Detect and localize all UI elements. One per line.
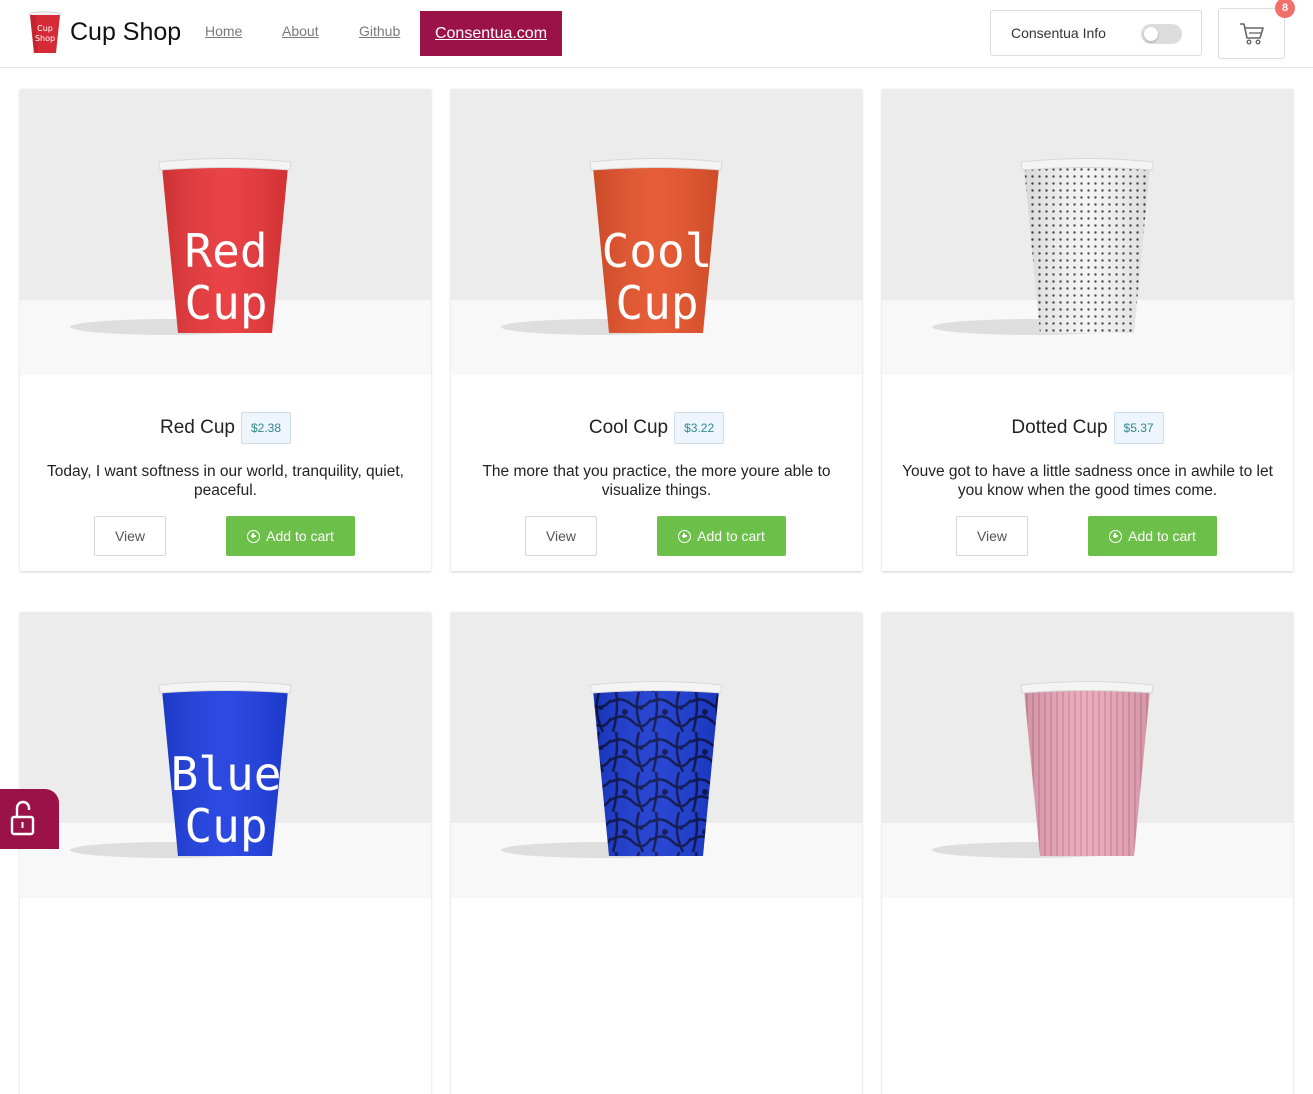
price-badge: $2.38	[240, 412, 292, 444]
logo-text-cup: Cup	[37, 24, 53, 33]
product-card	[882, 612, 1293, 1094]
plus-circle-icon	[247, 529, 261, 543]
nav-about-link[interactable]: About	[282, 23, 319, 39]
product-card: Dotted Cup $5.37 Youve got to have a lit…	[882, 89, 1293, 571]
product-title: Cool Cup	[588, 417, 669, 438]
cart-count-badge: 8	[1275, 0, 1295, 18]
product-description: The more that you practice, the more you…	[482, 463, 831, 499]
cup-print-text: Cup	[615, 276, 698, 330]
product-image[interactable]: Cool Cup	[451, 89, 862, 375]
consentua-info-label: Consentua Info	[1011, 25, 1106, 41]
view-button[interactable]: View	[525, 516, 597, 556]
cart-button[interactable]	[1218, 8, 1285, 59]
product-title-row: Red Cup $2.38	[20, 412, 431, 444]
cup-print-text: Cup	[184, 276, 267, 330]
product-description: Today, I want softness in our world, tra…	[47, 463, 404, 499]
product-title: Red Cup	[159, 417, 235, 438]
product-card: Blue Cup	[20, 612, 431, 1094]
nav-github-link[interactable]: Github	[359, 23, 400, 39]
consentua-info-toggle-box: Consentua Info	[990, 10, 1202, 56]
price-badge: $5.37	[1113, 412, 1164, 444]
view-button[interactable]: View	[956, 516, 1028, 556]
product-title-row: Cool Cup $3.22	[451, 412, 862, 444]
plus-circle-icon	[1109, 529, 1123, 543]
cup-print-text: Cool	[602, 224, 713, 278]
product-image[interactable]	[882, 89, 1293, 375]
nav-home-link[interactable]: Home	[205, 23, 242, 39]
product-image[interactable]: Red Cup	[20, 89, 431, 375]
add-to-cart-label: Add to cart	[266, 528, 334, 544]
consent-lock-tab[interactable]	[0, 789, 59, 849]
product-title-row: Dotted Cup $5.37	[882, 412, 1293, 444]
cart-icon	[1239, 22, 1264, 45]
consentua-info-toggle[interactable]	[1141, 24, 1182, 44]
add-to-cart-button[interactable]: Add to cart	[657, 516, 786, 556]
plus-circle-icon	[678, 529, 692, 543]
product-card: Red Cup Red Cup $2.38 Today, I want softn…	[20, 89, 431, 571]
cup-logo-icon[interactable]: Cup Shop	[28, 11, 62, 55]
top-navbar: Cup Shop Cup Shop Home About Github Cons…	[0, 0, 1313, 68]
product-description: Youve got to have a little sadness once …	[902, 463, 1273, 499]
nav-consentua-link[interactable]: Consentua.com	[420, 11, 562, 56]
cup-print-text: Blue	[171, 747, 282, 801]
unlock-icon	[10, 800, 35, 836]
add-to-cart-label: Add to cart	[1128, 528, 1196, 544]
toggle-knob	[1144, 27, 1158, 41]
cup-print-text: Red	[184, 224, 267, 278]
add-to-cart-button[interactable]: Add to cart	[1088, 516, 1217, 556]
view-button[interactable]: View	[94, 516, 166, 556]
product-card	[451, 612, 862, 1094]
logo-text-shop: Shop	[35, 34, 55, 43]
product-title: Dotted Cup	[1011, 417, 1108, 438]
add-to-cart-button[interactable]: Add to cart	[226, 516, 355, 556]
product-card: Cool Cup Cool Cup $3.22 The more that you…	[451, 89, 862, 571]
product-image[interactable]	[882, 612, 1293, 898]
brand-name[interactable]: Cup Shop	[70, 18, 181, 47]
price-badge: $3.22	[674, 412, 725, 444]
product-image[interactable]: Blue Cup	[20, 612, 431, 898]
cup-print-text: Cup	[184, 799, 267, 853]
product-image[interactable]	[451, 612, 862, 898]
add-to-cart-label: Add to cart	[697, 528, 765, 544]
